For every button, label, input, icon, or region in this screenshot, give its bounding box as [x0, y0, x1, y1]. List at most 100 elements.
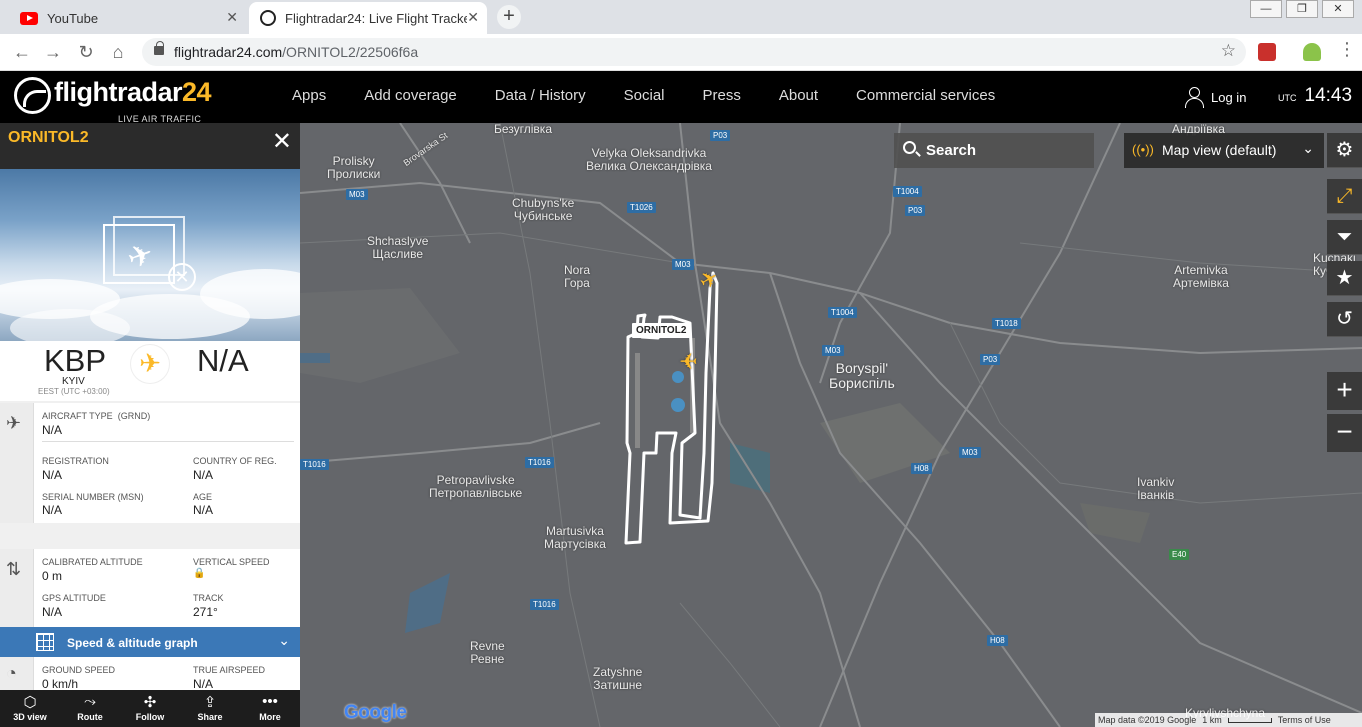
- tab-close-icon[interactable]: ✕: [467, 9, 479, 26]
- browser-toolbar: ← → ↻ ⌂ flightradar24.com/ORNITOL2/22506…: [0, 34, 1362, 71]
- back-arrow-icon[interactable]: ←: [11, 42, 33, 63]
- main-nav: Apps Add coverage Data / History Social …: [273, 87, 1014, 104]
- android-extension-icon[interactable]: [1303, 43, 1321, 61]
- nav-apps[interactable]: Apps: [292, 87, 326, 104]
- registration-label: REGISTRATION: [42, 456, 109, 466]
- terms-of-use-link[interactable]: Terms of Use: [1278, 715, 1331, 725]
- menu-dots-icon[interactable]: ⋮: [1336, 39, 1358, 60]
- minimize-button[interactable]: —: [1250, 0, 1282, 18]
- chevron-down-icon: ⌄: [1302, 140, 1314, 156]
- maximize-button[interactable]: ❐: [1286, 0, 1318, 18]
- ground-speed-label: GROUND SPEED: [42, 665, 116, 675]
- aircraft-section: ✈ AIRCRAFT TYPE (GRND) N/A REGISTRATION …: [0, 403, 300, 523]
- fullscreen-button[interactable]: ⤢: [1327, 179, 1362, 214]
- share-button[interactable]: ⇪ Share: [180, 690, 240, 727]
- place-label: Chubyns'ke Чубинське: [512, 196, 575, 223]
- cube-icon: ⬡: [23, 694, 37, 711]
- ground-speed-value: 0 km/h: [42, 677, 79, 691]
- serial-label: SERIAL NUMBER (MSN): [42, 492, 144, 502]
- track-label: TRACK: [193, 593, 224, 603]
- flight-map[interactable]: M03 P03 T1026 T1004 P03 M03 T1004 M03 T1…: [300, 123, 1362, 727]
- tab-close-icon[interactable]: ✕: [226, 9, 238, 26]
- road-label: T1018: [992, 318, 1021, 329]
- vertical-speed-lock-icon[interactable]: 🔒: [193, 568, 205, 579]
- plus-icon: +: [1336, 374, 1353, 405]
- radar-logo-icon: [14, 77, 51, 114]
- 3d-view-button[interactable]: ⬡ 3D view: [0, 690, 60, 727]
- place-label: Ivankiv Іванків: [1137, 475, 1175, 502]
- forward-arrow-icon[interactable]: →: [42, 42, 64, 63]
- nav-press[interactable]: Press: [703, 87, 741, 104]
- follow-button[interactable]: ✣ Follow: [120, 690, 180, 727]
- tab-youtube[interactable]: YouTube ✕: [8, 2, 246, 34]
- road-label: T1004: [893, 186, 922, 197]
- tab-title: Flightradar24: Live Flight Tracker: [285, 10, 467, 26]
- panel-actions: ⬡ 3D view ⤳ Route ✣ Follow ⇪ Share ••• More: [0, 690, 300, 727]
- playback-button[interactable]: ↺: [1327, 302, 1362, 337]
- road-label: T1016: [530, 599, 559, 610]
- flightradar-icon: [260, 10, 276, 26]
- youtube-icon: [20, 11, 38, 25]
- new-tab-button[interactable]: +: [497, 5, 521, 29]
- home-icon[interactable]: ⌂: [107, 42, 129, 63]
- tab-flightradar[interactable]: Flightradar24: Live Flight Tracker ✕: [249, 2, 487, 34]
- follow-icon: ✣: [143, 694, 157, 711]
- calibrated-altitude-value: 0 m: [42, 569, 63, 583]
- nav-data-history[interactable]: Data / History: [495, 87, 586, 104]
- share-icon: ⇪: [203, 694, 217, 711]
- lock-icon: [154, 41, 164, 55]
- address-bar[interactable]: flightradar24.com/ORNITOL2/22506f6a ☆: [142, 38, 1246, 66]
- country-value: N/A: [193, 468, 214, 482]
- logo-wordmark: flightradar24: [54, 77, 212, 107]
- altitude-icon: ⇅: [6, 559, 22, 579]
- route-section: KBP KYIV EEST (UTC +03:00) ✈ N/A: [0, 341, 300, 401]
- zoom-in-button[interactable]: +: [1327, 372, 1362, 410]
- more-button[interactable]: ••• More: [240, 690, 300, 727]
- utc-time: 14:43: [1304, 85, 1353, 106]
- favorites-button[interactable]: ★: [1327, 261, 1362, 296]
- true-airspeed-value: N/A: [193, 677, 214, 691]
- road-label: H08: [911, 463, 932, 474]
- origin-code[interactable]: KBP: [44, 343, 106, 379]
- nav-about[interactable]: About: [779, 87, 818, 104]
- aircraft-icon: ✈: [6, 413, 22, 433]
- nav-add-coverage[interactable]: Add coverage: [364, 87, 457, 104]
- map-search-button[interactable]: Search: [894, 133, 1094, 168]
- place-label: Prolisky Пролиски: [327, 154, 381, 181]
- close-window-button[interactable]: ✕: [1322, 0, 1354, 18]
- login-button[interactable]: Log in: [1185, 87, 1246, 108]
- map-view-label: Map view (default): [1162, 142, 1277, 158]
- place-label: Petropavlivske Петропавлівське: [429, 473, 523, 500]
- selected-aircraft-marker[interactable]: ✈: [679, 348, 697, 373]
- zoom-out-button[interactable]: −: [1327, 414, 1362, 452]
- star-icon: ★: [1335, 267, 1354, 289]
- route-plane-icon: ✈: [131, 345, 169, 383]
- utc-clock: UTC 14:43: [1278, 85, 1352, 107]
- speed-altitude-graph-toggle[interactable]: Speed & altitude graph ⌄: [0, 627, 300, 657]
- road-label: T1016: [300, 459, 329, 470]
- bookmark-star-icon[interactable]: ☆: [1221, 41, 1236, 61]
- settings-button[interactable]: ⚙: [1327, 133, 1362, 168]
- vertical-speed-label: VERTICAL SPEED: [193, 557, 270, 567]
- destination-code: N/A: [197, 343, 249, 378]
- flight-callsign-label[interactable]: ORNITOL2: [632, 323, 691, 338]
- map-view-dropdown[interactable]: ((•)) Map view (default) ⌄: [1124, 133, 1324, 168]
- close-panel-icon[interactable]: ✕: [272, 127, 292, 156]
- place-label: Zatyshne Затишне: [593, 665, 643, 692]
- route-button[interactable]: ⤳ Route: [60, 690, 120, 727]
- filter-button[interactable]: ⏷: [1327, 220, 1362, 255]
- road-label: M03: [672, 259, 694, 270]
- map-data-credit: Map data ©2019 Google: [1098, 715, 1197, 725]
- site-header: flightradar24 LIVE AIR TRAFFIC Apps Add …: [0, 71, 1362, 124]
- registration-value: N/A: [42, 468, 63, 482]
- history-icon: ↺: [1336, 308, 1353, 330]
- nav-commercial-services[interactable]: Commercial services: [856, 87, 995, 104]
- road-label: H08: [987, 635, 1008, 646]
- nav-social[interactable]: Social: [624, 87, 665, 104]
- reload-icon[interactable]: ↻: [75, 42, 97, 63]
- road-label: M03: [959, 447, 981, 458]
- pdf-extension-icon[interactable]: [1258, 43, 1276, 61]
- origin-timezone: EEST (UTC +03:00): [38, 387, 110, 396]
- speed-section: ◔ GROUND SPEED 0 km/h TRUE AIRSPEED N/A: [0, 657, 300, 691]
- fr24-logo[interactable]: flightradar24 LIVE AIR TRAFFIC: [14, 77, 212, 124]
